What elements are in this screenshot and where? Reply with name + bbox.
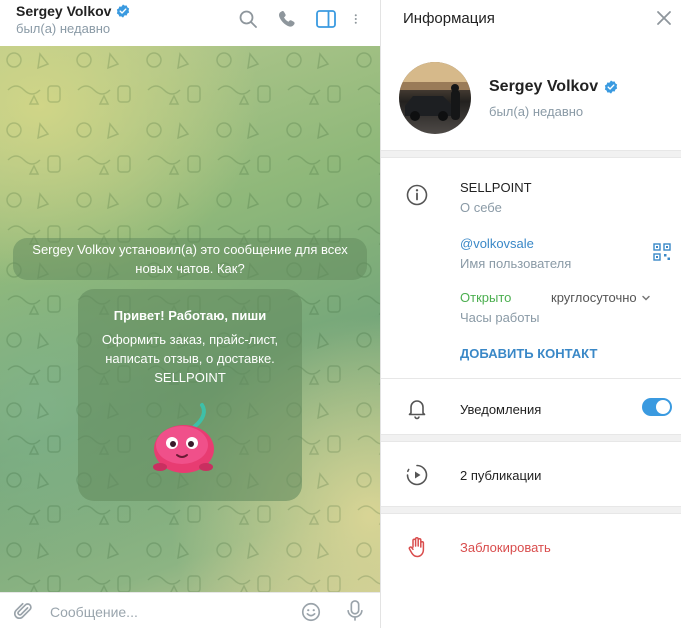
hours-state: Открыто — [460, 290, 512, 305]
message-composer — [0, 592, 380, 628]
verified-icon — [117, 4, 130, 18]
header-actions — [235, 6, 366, 32]
verified-icon — [604, 80, 618, 94]
cherry-sticker-icon[interactable] — [146, 401, 226, 481]
search-icon[interactable] — [235, 6, 261, 32]
chat-wallpaper: Sergey Volkov установил(а) это сообщение… — [0, 46, 380, 592]
bell-icon — [408, 400, 426, 420]
info-panel: Информация Sergey Volkov был(а) недавно … — [380, 0, 681, 628]
section-divider — [381, 150, 681, 158]
emoji-icon[interactable] — [300, 601, 322, 623]
sidebar-toggle-icon[interactable] — [313, 6, 339, 32]
publications-link[interactable]: 2 публикации — [460, 468, 541, 483]
block-hand-icon — [408, 537, 425, 558]
username-link[interactable]: @volkovsale — [460, 236, 534, 251]
close-icon[interactable] — [655, 9, 673, 27]
stories-icon — [406, 464, 428, 486]
profile-status: был(а) недавно — [489, 104, 584, 119]
chat-name[interactable]: Sergey Volkov — [16, 3, 111, 19]
add-contact-button[interactable]: ДОБАВИТЬ КОНТАКТ — [460, 346, 597, 361]
greeting-description: Оформить заказ, прайс-лист, написать отз… — [101, 332, 279, 385]
info-panel-title: Информация — [403, 10, 495, 27]
username-label: Имя пользователя — [460, 256, 572, 271]
avatar[interactable] — [399, 62, 471, 134]
bio-value[interactable]: SELLPOINT — [460, 180, 532, 195]
greeting-title: Привет! Работаю, пиши — [113, 308, 267, 323]
profile-name: Sergey Volkov — [489, 78, 599, 95]
bio-label: О себе — [460, 200, 502, 215]
avatar-photo — [399, 62, 471, 121]
paperclip-icon[interactable] — [12, 601, 34, 623]
chat-title-row: Sergey Volkov — [16, 3, 130, 19]
service-message[interactable]: Sergey Volkov установил(а) это сообщение… — [13, 238, 367, 280]
chat-pane: Sergey Volkov был(а) недавно Sergey Volk… — [0, 0, 380, 628]
notifications-label: Уведомления — [460, 402, 542, 417]
hours-schedule-dropdown[interactable]: круглосуточно — [551, 290, 651, 305]
chat-status: был(а) недавно — [16, 21, 111, 36]
notifications-toggle[interactable] — [642, 398, 672, 416]
phone-icon[interactable] — [274, 6, 300, 32]
chevron-down-icon — [641, 295, 650, 301]
section-divider — [381, 434, 681, 442]
more-vertical-icon[interactable] — [352, 6, 366, 32]
greeting-card: Привет! Работаю, пиши Оформить заказ, пр… — [78, 289, 302, 501]
profile-name-row: Sergey Volkov — [489, 78, 618, 96]
toggle-knob — [656, 400, 670, 414]
info-icon — [406, 184, 428, 206]
block-button[interactable]: Заблокировать — [460, 540, 551, 555]
hours-label: Часы работы — [460, 310, 540, 325]
chat-header[interactable]: Sergey Volkov был(а) недавно — [0, 0, 380, 46]
message-input[interactable] — [50, 602, 280, 622]
qr-code-icon[interactable] — [653, 243, 671, 261]
row-divider — [381, 378, 681, 379]
hours-schedule: круглосуточно — [551, 290, 637, 305]
section-divider — [381, 506, 681, 514]
microphone-icon[interactable] — [344, 599, 366, 623]
